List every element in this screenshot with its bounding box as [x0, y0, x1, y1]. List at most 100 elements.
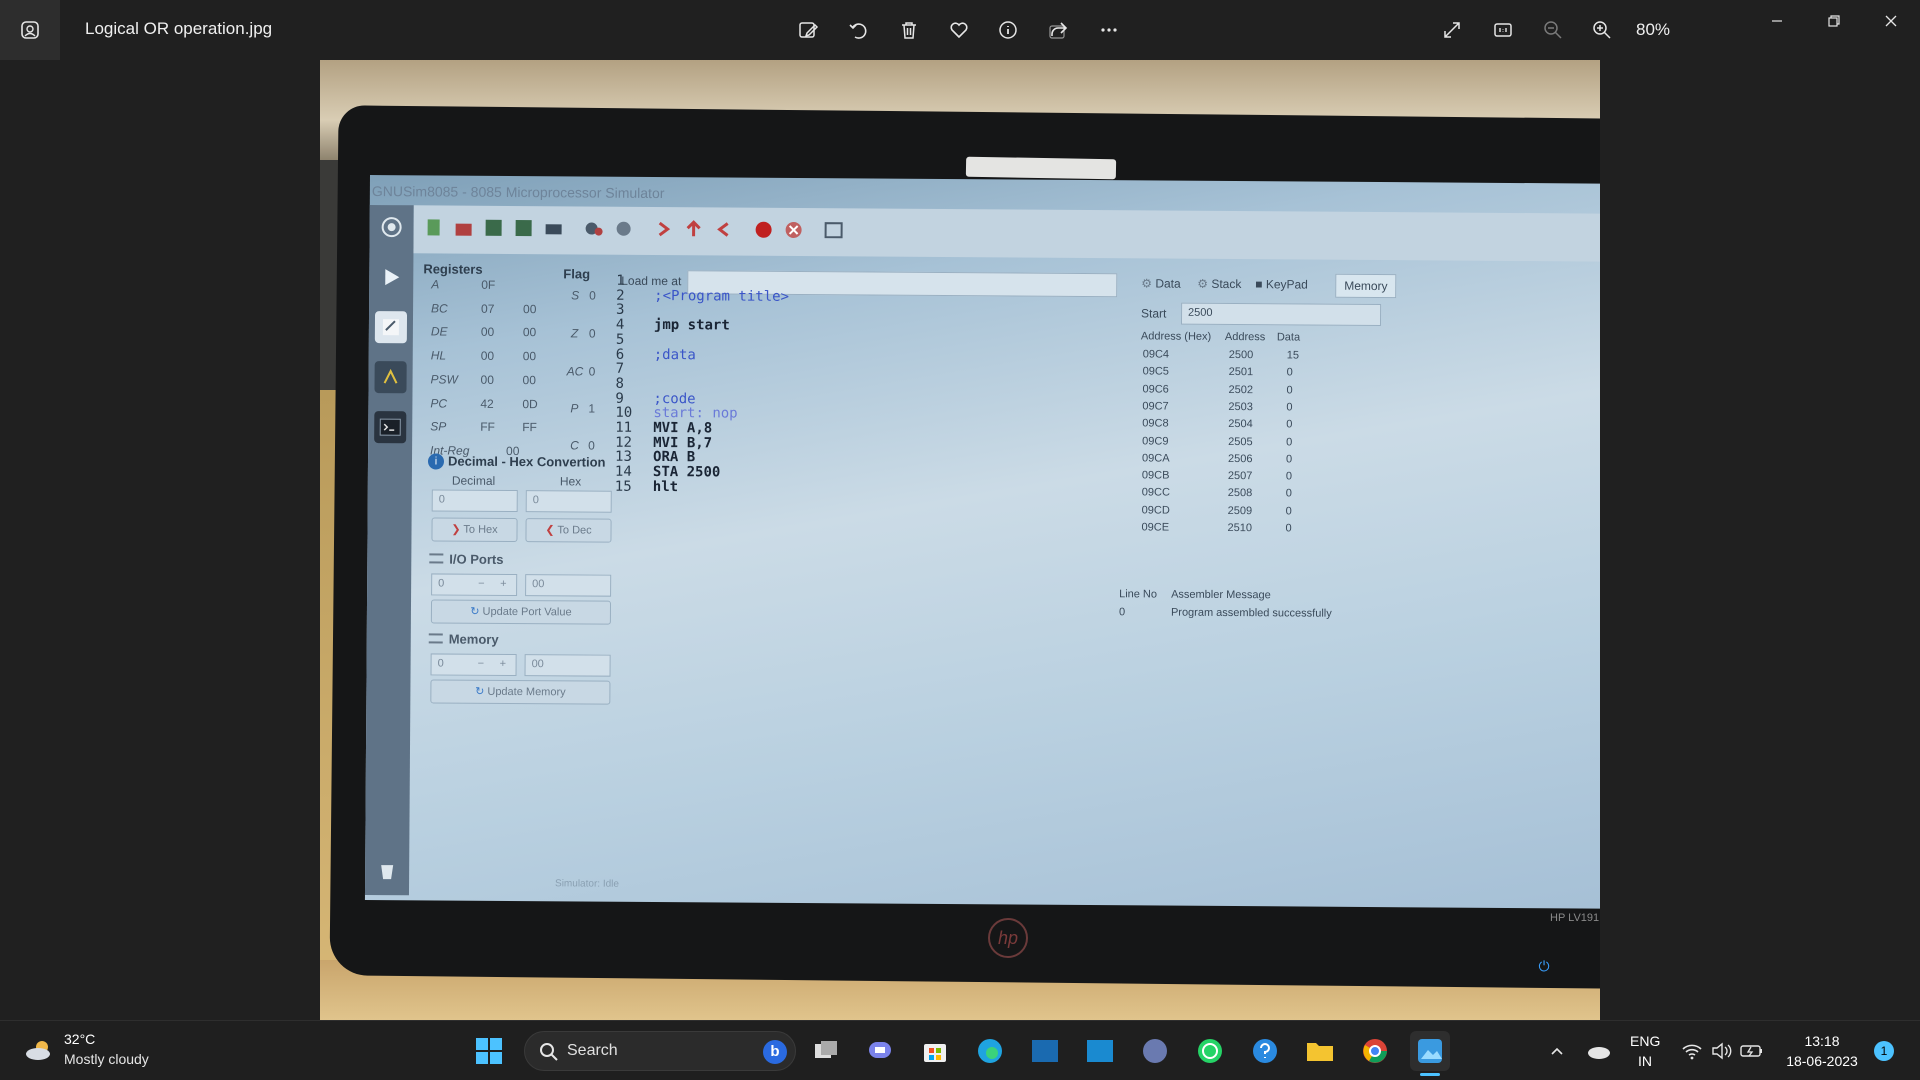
favorite-icon[interactable]	[943, 14, 975, 46]
update-memory-label: Update Memory	[487, 685, 566, 699]
start-input[interactable]: 2500	[1180, 302, 1382, 327]
minimize-icon[interactable]	[1757, 6, 1797, 36]
delete-icon[interactable]	[893, 14, 925, 46]
weather-temperature: 32°C	[64, 1031, 96, 1047]
notification-badge[interactable]: 1	[1874, 1041, 1894, 1061]
tab-keypad[interactable]: ■ KeyPad	[1255, 277, 1308, 291]
registers-title: Registers	[423, 261, 483, 277]
flag-value: 0	[588, 438, 595, 453]
new-file-icon[interactable]	[420, 213, 448, 241]
photos-app-icon[interactable]	[0, 0, 60, 60]
flag-name: P	[570, 401, 579, 416]
flag-name: S	[571, 288, 580, 303]
chrome-icon[interactable]	[1355, 1031, 1395, 1071]
register-high-value: 00	[480, 372, 494, 387]
teams-chat-icon[interactable]	[860, 1031, 900, 1071]
media-player-icon[interactable]	[375, 261, 407, 293]
tab-stack[interactable]: ⚙ Stack	[1197, 277, 1241, 291]
memory-row-data: 0	[1285, 505, 1292, 518]
info-icon[interactable]	[992, 14, 1024, 46]
print-icon[interactable]	[540, 214, 568, 242]
breakpoint-icon[interactable]	[750, 216, 778, 244]
show-hidden-icons[interactable]	[1537, 1031, 1577, 1071]
io-port-spinner[interactable]: 0 − +	[431, 573, 518, 597]
open-file-icon[interactable]	[450, 214, 478, 242]
microsoft-store-icon[interactable]	[915, 1031, 955, 1071]
line-number: 6	[615, 346, 625, 363]
terminal-icon[interactable]	[374, 411, 407, 444]
more-options-icon[interactable]	[1093, 14, 1125, 46]
update-memory-button[interactable]: ↻ Update Memory	[430, 679, 611, 705]
memory-row-data: 0	[1286, 418, 1293, 431]
io-port-value-input[interactable]: 00	[525, 574, 612, 597]
memory-row-hex: 09C4	[1142, 348, 1170, 361]
battery-icon[interactable]	[1732, 1031, 1772, 1071]
window-icon[interactable]	[820, 216, 848, 244]
zoom-out-icon[interactable]	[1537, 14, 1569, 46]
memory-address-spinner[interactable]: 0 − +	[430, 653, 517, 677]
restore-icon[interactable]	[1814, 6, 1854, 36]
update-port-button[interactable]: ↻ Update Port Value	[430, 599, 612, 625]
trash-icon[interactable]	[371, 855, 403, 887]
io-port-minus-button[interactable]: −	[478, 578, 485, 590]
step-over-icon[interactable]	[680, 215, 708, 243]
memory-row-address: 2503	[1228, 400, 1253, 414]
tab-data[interactable]: ⚙ Data	[1141, 276, 1181, 290]
code-editor[interactable]: 1 2 ;<Program title> 3 4 jmp start 5 6 ;data 7 8 9;…	[612, 267, 1116, 880]
to-dec-button[interactable]: ❮ To Dec	[525, 518, 612, 543]
prime-video-icon[interactable]	[1080, 1031, 1120, 1071]
line-number: 2	[616, 287, 625, 304]
start-button[interactable]	[469, 1031, 509, 1071]
memory-row-address: 2508	[1227, 487, 1253, 500]
edit-image-icon[interactable]	[792, 14, 824, 46]
share-icon[interactable]	[1042, 14, 1074, 46]
fullscreen-icon[interactable]	[1436, 14, 1468, 46]
launcher	[364, 204, 414, 896]
assemble-icon[interactable]	[580, 214, 608, 242]
r-app-icon[interactable]	[1135, 1031, 1175, 1071]
step-forward-icon[interactable]	[650, 215, 678, 243]
execute-icon[interactable]	[610, 215, 638, 243]
dash-icon[interactable]	[376, 211, 408, 243]
step-back-icon[interactable]	[710, 215, 738, 243]
close-icon[interactable]	[1871, 6, 1911, 36]
memory-row-address: 2502	[1228, 383, 1254, 396]
memory-row-data: 0	[1286, 383, 1293, 397]
tab-memory[interactable]: Memory	[1335, 273, 1397, 299]
decimal-label: Decimal	[451, 473, 496, 488]
memory-row-hex: 09CA	[1141, 452, 1170, 465]
memory-value-input[interactable]: 00	[524, 654, 611, 677]
memory-minus-button[interactable]: −	[478, 658, 485, 670]
task-view-icon[interactable]	[806, 1031, 846, 1071]
stack-tab-icon: ⚙	[1197, 276, 1212, 291]
decimal-input[interactable]: 0	[431, 489, 518, 513]
language-indicator[interactable]: ENG	[1630, 1033, 1660, 1049]
mylip-icon[interactable]	[1025, 1031, 1065, 1071]
save-icon[interactable]	[480, 214, 508, 242]
update-port-label: Update Port Value	[482, 605, 572, 619]
stop-icon[interactable]	[780, 216, 808, 244]
zoom-in-icon[interactable]	[1586, 14, 1618, 46]
text-editor-icon[interactable]	[374, 311, 408, 344]
code-line: ;data	[653, 346, 696, 363]
to-hex-button[interactable]: ❯ To Hex	[431, 517, 518, 543]
clock-date[interactable]: 18-06-2023	[1782, 1053, 1862, 1069]
actual-size-icon[interactable]	[1487, 14, 1519, 46]
register-low-value: 00	[522, 373, 536, 388]
edge-icon[interactable]	[970, 1031, 1010, 1071]
io-port-plus-button[interactable]: +	[500, 578, 507, 590]
register-low-value: 0D	[522, 397, 538, 412]
rotate-icon[interactable]	[842, 14, 874, 46]
hex-input[interactable]: 0	[525, 490, 612, 513]
save-as-icon[interactable]	[510, 214, 538, 242]
memory-plus-button[interactable]: +	[500, 658, 507, 670]
onedrive-icon[interactable]	[1578, 1031, 1618, 1071]
file-explorer-icon[interactable]	[1300, 1031, 1340, 1071]
whatsapp-icon[interactable]	[1190, 1031, 1230, 1071]
taskbar-search[interactable]: Search b	[524, 1031, 796, 1071]
photos-taskbar-icon[interactable]	[1410, 1031, 1450, 1071]
simulator-toolbar	[413, 205, 1600, 262]
get-help-icon[interactable]	[1245, 1031, 1285, 1071]
gnusim-icon[interactable]	[374, 361, 407, 394]
clock-time[interactable]: 13:18	[1790, 1033, 1854, 1049]
